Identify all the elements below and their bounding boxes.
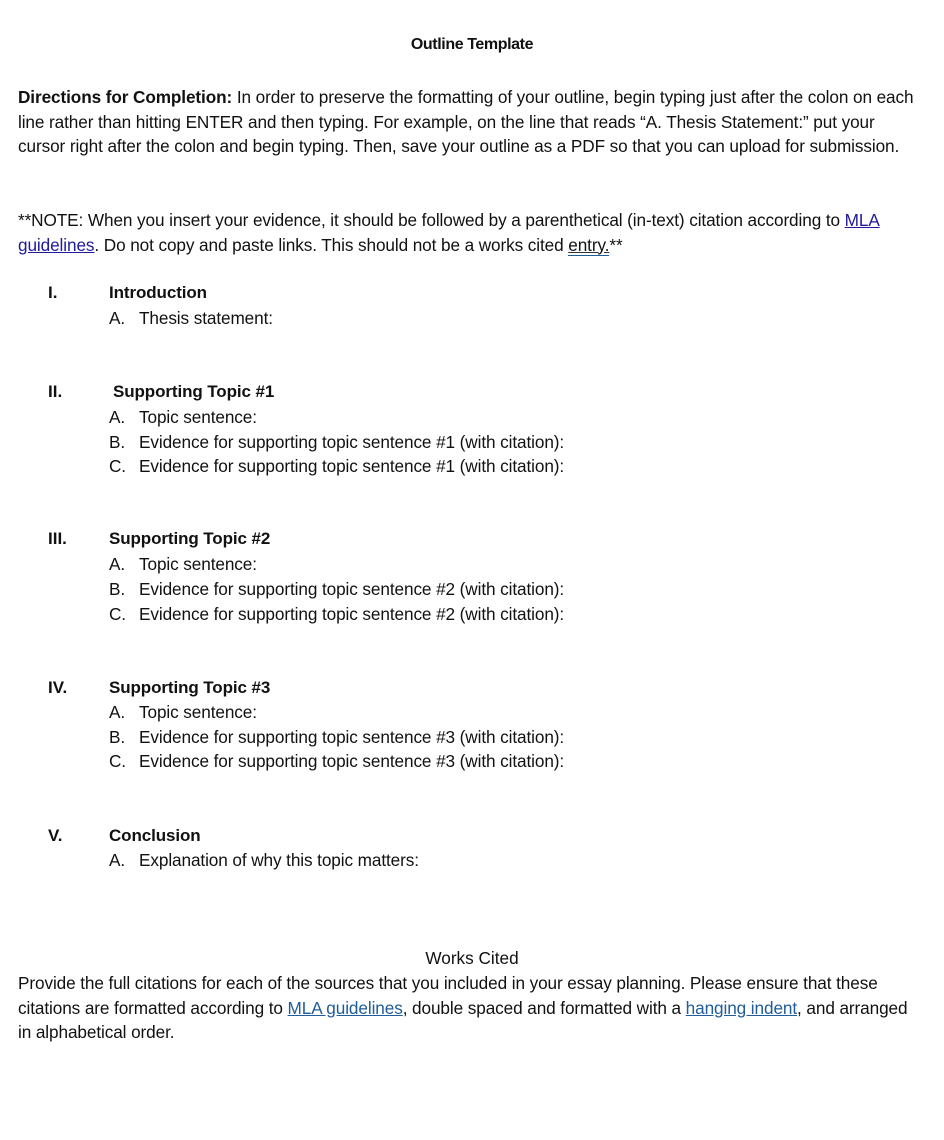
- item-letter: A.: [109, 554, 126, 574]
- outline-item[interactable]: A. Topic sentence:: [109, 405, 257, 430]
- outline-item[interactable]: A. Explanation of why this topic matters:: [109, 848, 419, 873]
- item-letter: A.: [109, 702, 126, 722]
- section-numeral: IV.: [48, 677, 68, 697]
- item-letter: B.: [109, 726, 126, 747]
- note-end: **: [609, 234, 623, 255]
- outline-item[interactable]: A. Topic sentence:: [109, 700, 257, 725]
- outline-item[interactable]: C. Evidence for supporting topic sentence…: [109, 602, 564, 627]
- item-letter: A.: [109, 407, 126, 427]
- item-letter: B.: [109, 579, 126, 599]
- hanging-indent-link[interactable]: hanging indent: [686, 998, 797, 1018]
- section-heading: Introduction: [109, 283, 207, 302]
- works-cited-title: Works Cited: [425, 948, 519, 968]
- outline-item[interactable]: A. Thesis statement:: [109, 306, 273, 331]
- outline-item[interactable]: B. Evidence for supporting topic sentence…: [109, 725, 564, 750]
- works-cited-text: , double spaced and formatted with a: [402, 997, 686, 1018]
- item-letter: B.: [109, 431, 126, 452]
- directions-paragraph: Directions for Completion: In order to p…: [18, 85, 918, 159]
- works-cited-paragraph: Provide the full citations for each of t…: [18, 971, 918, 1045]
- outline-item[interactable]: C. Evidence for supporting topic sentence…: [109, 749, 564, 774]
- directions-label: Directions for Completion:: [18, 87, 233, 107]
- section-heading: Supporting Topic #1: [113, 382, 275, 401]
- section-numeral: I.: [48, 283, 58, 302]
- item-letter: A.: [109, 850, 126, 870]
- entry-text: entry.: [568, 234, 610, 256]
- section-numeral: V.: [48, 825, 63, 845]
- note-text-after: . Do not copy and paste links. This shou…: [94, 234, 569, 255]
- section-heading: Supporting Topic #3: [109, 677, 271, 697]
- item-text: Explanation of why this topic matters:: [139, 850, 419, 870]
- section-numeral: II.: [48, 382, 63, 401]
- section-numeral: III.: [48, 529, 67, 548]
- item-text: Topic sentence:: [139, 702, 257, 722]
- item-text: Topic sentence:: [139, 554, 257, 574]
- outline-item[interactable]: C. Evidence for supporting topic sentence…: [109, 454, 564, 479]
- outline-item[interactable]: B. Evidence for supporting topic sentence…: [109, 577, 564, 602]
- outline-item[interactable]: B. Evidence for supporting topic sentence…: [109, 430, 564, 455]
- outline-item[interactable]: A. Topic sentence:: [109, 552, 257, 577]
- item-letter: A.: [109, 308, 126, 328]
- document-page: Outline Template Directions for Completi…: [0, 0, 944, 1140]
- mla-guidelines-link[interactable]: MLA guidelines: [288, 998, 403, 1018]
- item-text: Evidence for supporting topic sentence #…: [139, 579, 565, 599]
- item-text: Evidence for supporting topic sentence #…: [139, 456, 565, 476]
- note-paragraph: **NOTE: When you insert your evidence, i…: [18, 208, 918, 257]
- item-text: Evidence for supporting topic sentence #…: [139, 603, 565, 624]
- item-text: Evidence for supporting topic sentence #…: [139, 751, 565, 771]
- item-letter: C.: [109, 603, 126, 624]
- item-text: Evidence for supporting topic sentence #…: [139, 726, 565, 747]
- section-heading: Conclusion: [109, 825, 201, 845]
- document-title: Outline Template: [410, 36, 534, 53]
- section-heading: Supporting Topic #2: [109, 529, 271, 548]
- item-text: Evidence for supporting topic sentence #…: [139, 431, 565, 452]
- item-letter: C.: [109, 456, 126, 476]
- item-letter: C.: [109, 751, 126, 771]
- item-text: Topic sentence:: [139, 407, 257, 427]
- item-text: Thesis statement:: [139, 308, 273, 328]
- note-text: **NOTE: When you insert your evidence, i…: [18, 210, 845, 230]
